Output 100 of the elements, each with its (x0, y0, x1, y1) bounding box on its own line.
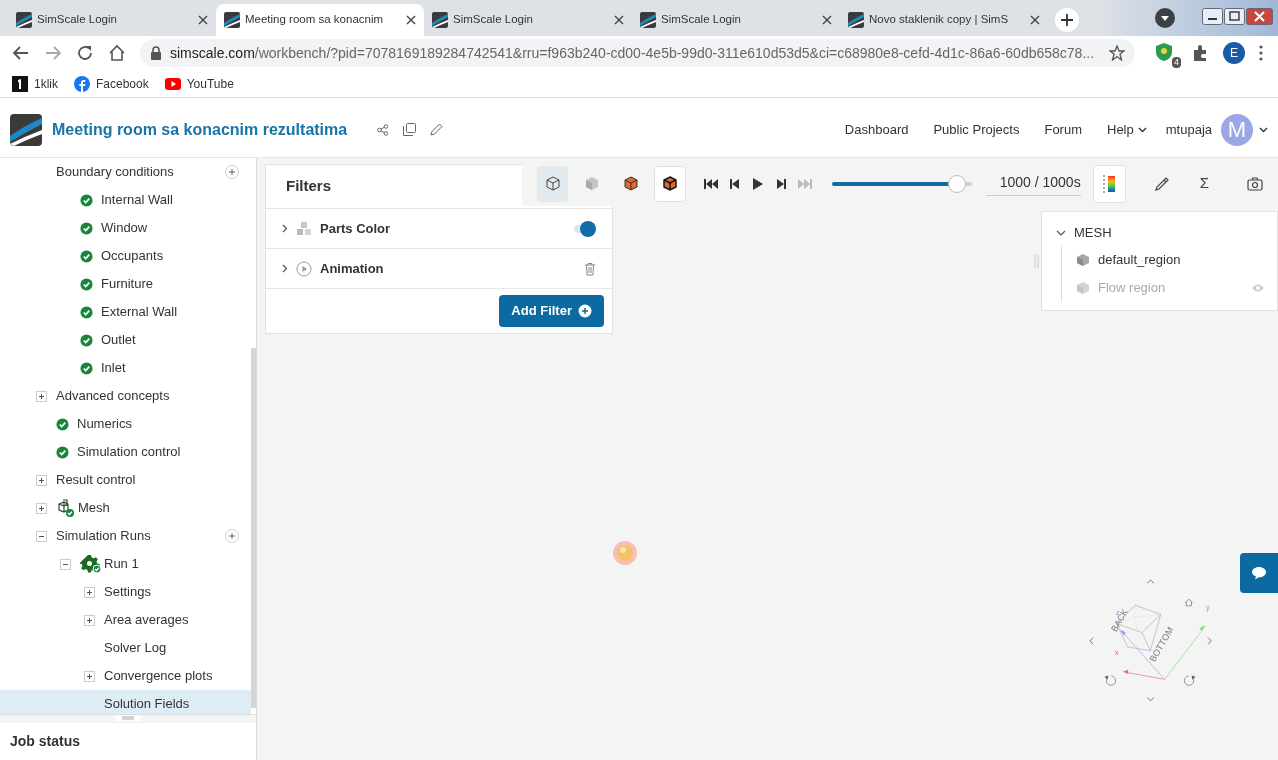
address-field[interactable]: simscale.com/workbench/?pid=7078169189284742541&rru=f963b240-cd00-4e5b-99d0-311e610d53d5&ci=c68980e8-cefd-4d1c-86a6-60db658c78... (140, 39, 1135, 67)
tree-item[interactable]: Internal Wall (0, 186, 251, 214)
expand-icon[interactable] (84, 586, 95, 598)
step-forward-icon[interactable] (775, 177, 786, 190)
collapse-icon[interactable] (36, 530, 47, 542)
tree-item[interactable]: Boundary conditions (0, 158, 251, 186)
tree-item[interactable]: External Wall (0, 298, 251, 326)
region-label: default_region (1098, 251, 1182, 270)
filter-label: Parts Color (320, 219, 392, 238)
tree-item[interactable]: Settings (0, 578, 251, 606)
collapse-icon[interactable] (60, 558, 71, 570)
cube-icon (1076, 253, 1090, 267)
plus-circle-icon (578, 304, 592, 318)
camera-icon[interactable] (1247, 176, 1263, 191)
tree-item[interactable]: Solver Log (0, 634, 251, 662)
tree-item[interactable]: Convergence plots (0, 662, 251, 690)
close-icon[interactable] (406, 15, 416, 25)
toggle-switch[interactable] (572, 220, 596, 237)
tree-item[interactable]: Numerics (0, 410, 251, 438)
item-label: Run 1 (104, 555, 140, 574)
nav-link[interactable]: Forum (1044, 119, 1082, 140)
chevron-left-icon[interactable] (1089, 637, 1094, 645)
filter-row[interactable]: Animation (266, 249, 612, 289)
shield-extension-icon[interactable] (1155, 42, 1173, 62)
skip-back-icon[interactable] (703, 177, 718, 190)
tree-item[interactable]: Window (0, 214, 251, 242)
close-icon[interactable] (1030, 15, 1040, 25)
tree-item[interactable]: Solution Fields (0, 690, 251, 714)
close-icon[interactable] (614, 15, 624, 25)
profile-avatar[interactable]: E (1223, 42, 1245, 64)
browser-tab[interactable]: SimScale Login (424, 4, 632, 36)
expand-icon[interactable] (36, 474, 47, 486)
tree-item[interactable]: Result control (0, 466, 251, 494)
browser-tab[interactable]: Meeting room sa konacnim (216, 4, 424, 36)
edit-icon[interactable] (430, 123, 444, 136)
chevron-icon[interactable] (282, 264, 288, 273)
tree-item[interactable]: Simulation control (0, 438, 251, 466)
tree-item[interactable]: Advanced concepts (0, 382, 251, 410)
tree-item[interactable]: Mesh (0, 494, 251, 522)
play-icon[interactable] (751, 176, 764, 191)
browser-tab[interactable]: SimScale Login (632, 4, 840, 36)
tree-item[interactable]: Outlet (0, 326, 251, 354)
time-field[interactable]: 1000 / 1000s (985, 171, 1081, 196)
new-tab-icon[interactable] (1054, 7, 1080, 33)
resize-handle-icon[interactable] (116, 715, 140, 721)
chevron-right-icon[interactable] (1207, 637, 1212, 645)
view-mode-button[interactable] (654, 165, 686, 202)
filter-row[interactable]: Parts Color (266, 209, 612, 249)
tree-item[interactable]: Furniture (0, 270, 251, 298)
probe-icon[interactable] (1153, 175, 1170, 192)
menu-icon[interactable] (1259, 45, 1263, 61)
bookmark-item[interactable]: YouTube (164, 74, 234, 93)
tree-item[interactable]: Occupants (0, 242, 251, 270)
item-label: External Wall (101, 303, 179, 322)
chevron-icon[interactable] (1056, 230, 1066, 236)
rotate-right-icon[interactable] (1184, 675, 1196, 686)
tree-item[interactable]: Inlet (0, 354, 251, 382)
expand-icon[interactable] (84, 614, 95, 626)
chevron-down-icon[interactable] (1146, 697, 1155, 702)
share-icon[interactable] (377, 123, 390, 136)
browser-tab[interactable]: Novo staklenik copy | SimS (840, 4, 1048, 36)
bookmark-item[interactable]: 1klik (12, 74, 58, 93)
tree-item[interactable]: Area averages (0, 606, 251, 634)
close-icon[interactable] (198, 15, 208, 25)
chevron-icon[interactable] (282, 224, 288, 233)
nav-link[interactable]: Public Projects (933, 119, 1020, 140)
close-icon[interactable] (822, 15, 832, 25)
legend-button[interactable] (1092, 164, 1126, 203)
chat-button[interactable] (1240, 553, 1278, 593)
tab-search-icon[interactable] (1154, 7, 1176, 29)
nav-link[interactable]: Help (1107, 119, 1147, 140)
bookmark-item[interactable]: Facebook (74, 74, 149, 93)
trash-icon[interactable] (584, 261, 596, 276)
expand-icon[interactable] (36, 390, 47, 402)
copy-icon[interactable] (403, 123, 417, 136)
slider-thumb[interactable] (948, 174, 967, 193)
item-label: Outlet (101, 331, 137, 350)
window-controls-icon[interactable] (1202, 8, 1274, 28)
scrollbar-thumb[interactable] (251, 348, 256, 708)
check-circle-icon (80, 305, 93, 319)
bookmark-star-icon[interactable] (1109, 45, 1125, 61)
step-back-icon[interactable] (729, 177, 740, 190)
reload-icon[interactable] (76, 44, 94, 62)
rotate-left-icon[interactable] (1104, 675, 1116, 686)
home-icon[interactable] (108, 44, 126, 62)
extensions-icon[interactable] (1191, 44, 1209, 62)
sigma-button[interactable]: Σ (1199, 172, 1209, 195)
add-filter-button[interactable]: Add Filter (499, 295, 604, 327)
panel-title: MESH (1074, 224, 1112, 243)
simscale-logo-icon[interactable] (10, 113, 42, 146)
time-slider[interactable] (831, 174, 972, 193)
tree-item[interactable]: Run 1 (0, 550, 251, 578)
browser-tab[interactable]: SimScale Login (8, 4, 216, 36)
expand-icon[interactable] (36, 502, 47, 514)
tree-item[interactable]: Simulation Runs (0, 522, 251, 550)
expand-icon[interactable] (84, 670, 95, 682)
back-icon[interactable] (12, 44, 30, 62)
mesh-region-item[interactable]: default_region (1062, 246, 1277, 274)
nav-link[interactable]: Dashboard (844, 119, 909, 140)
caret-icon[interactable] (1259, 126, 1268, 133)
